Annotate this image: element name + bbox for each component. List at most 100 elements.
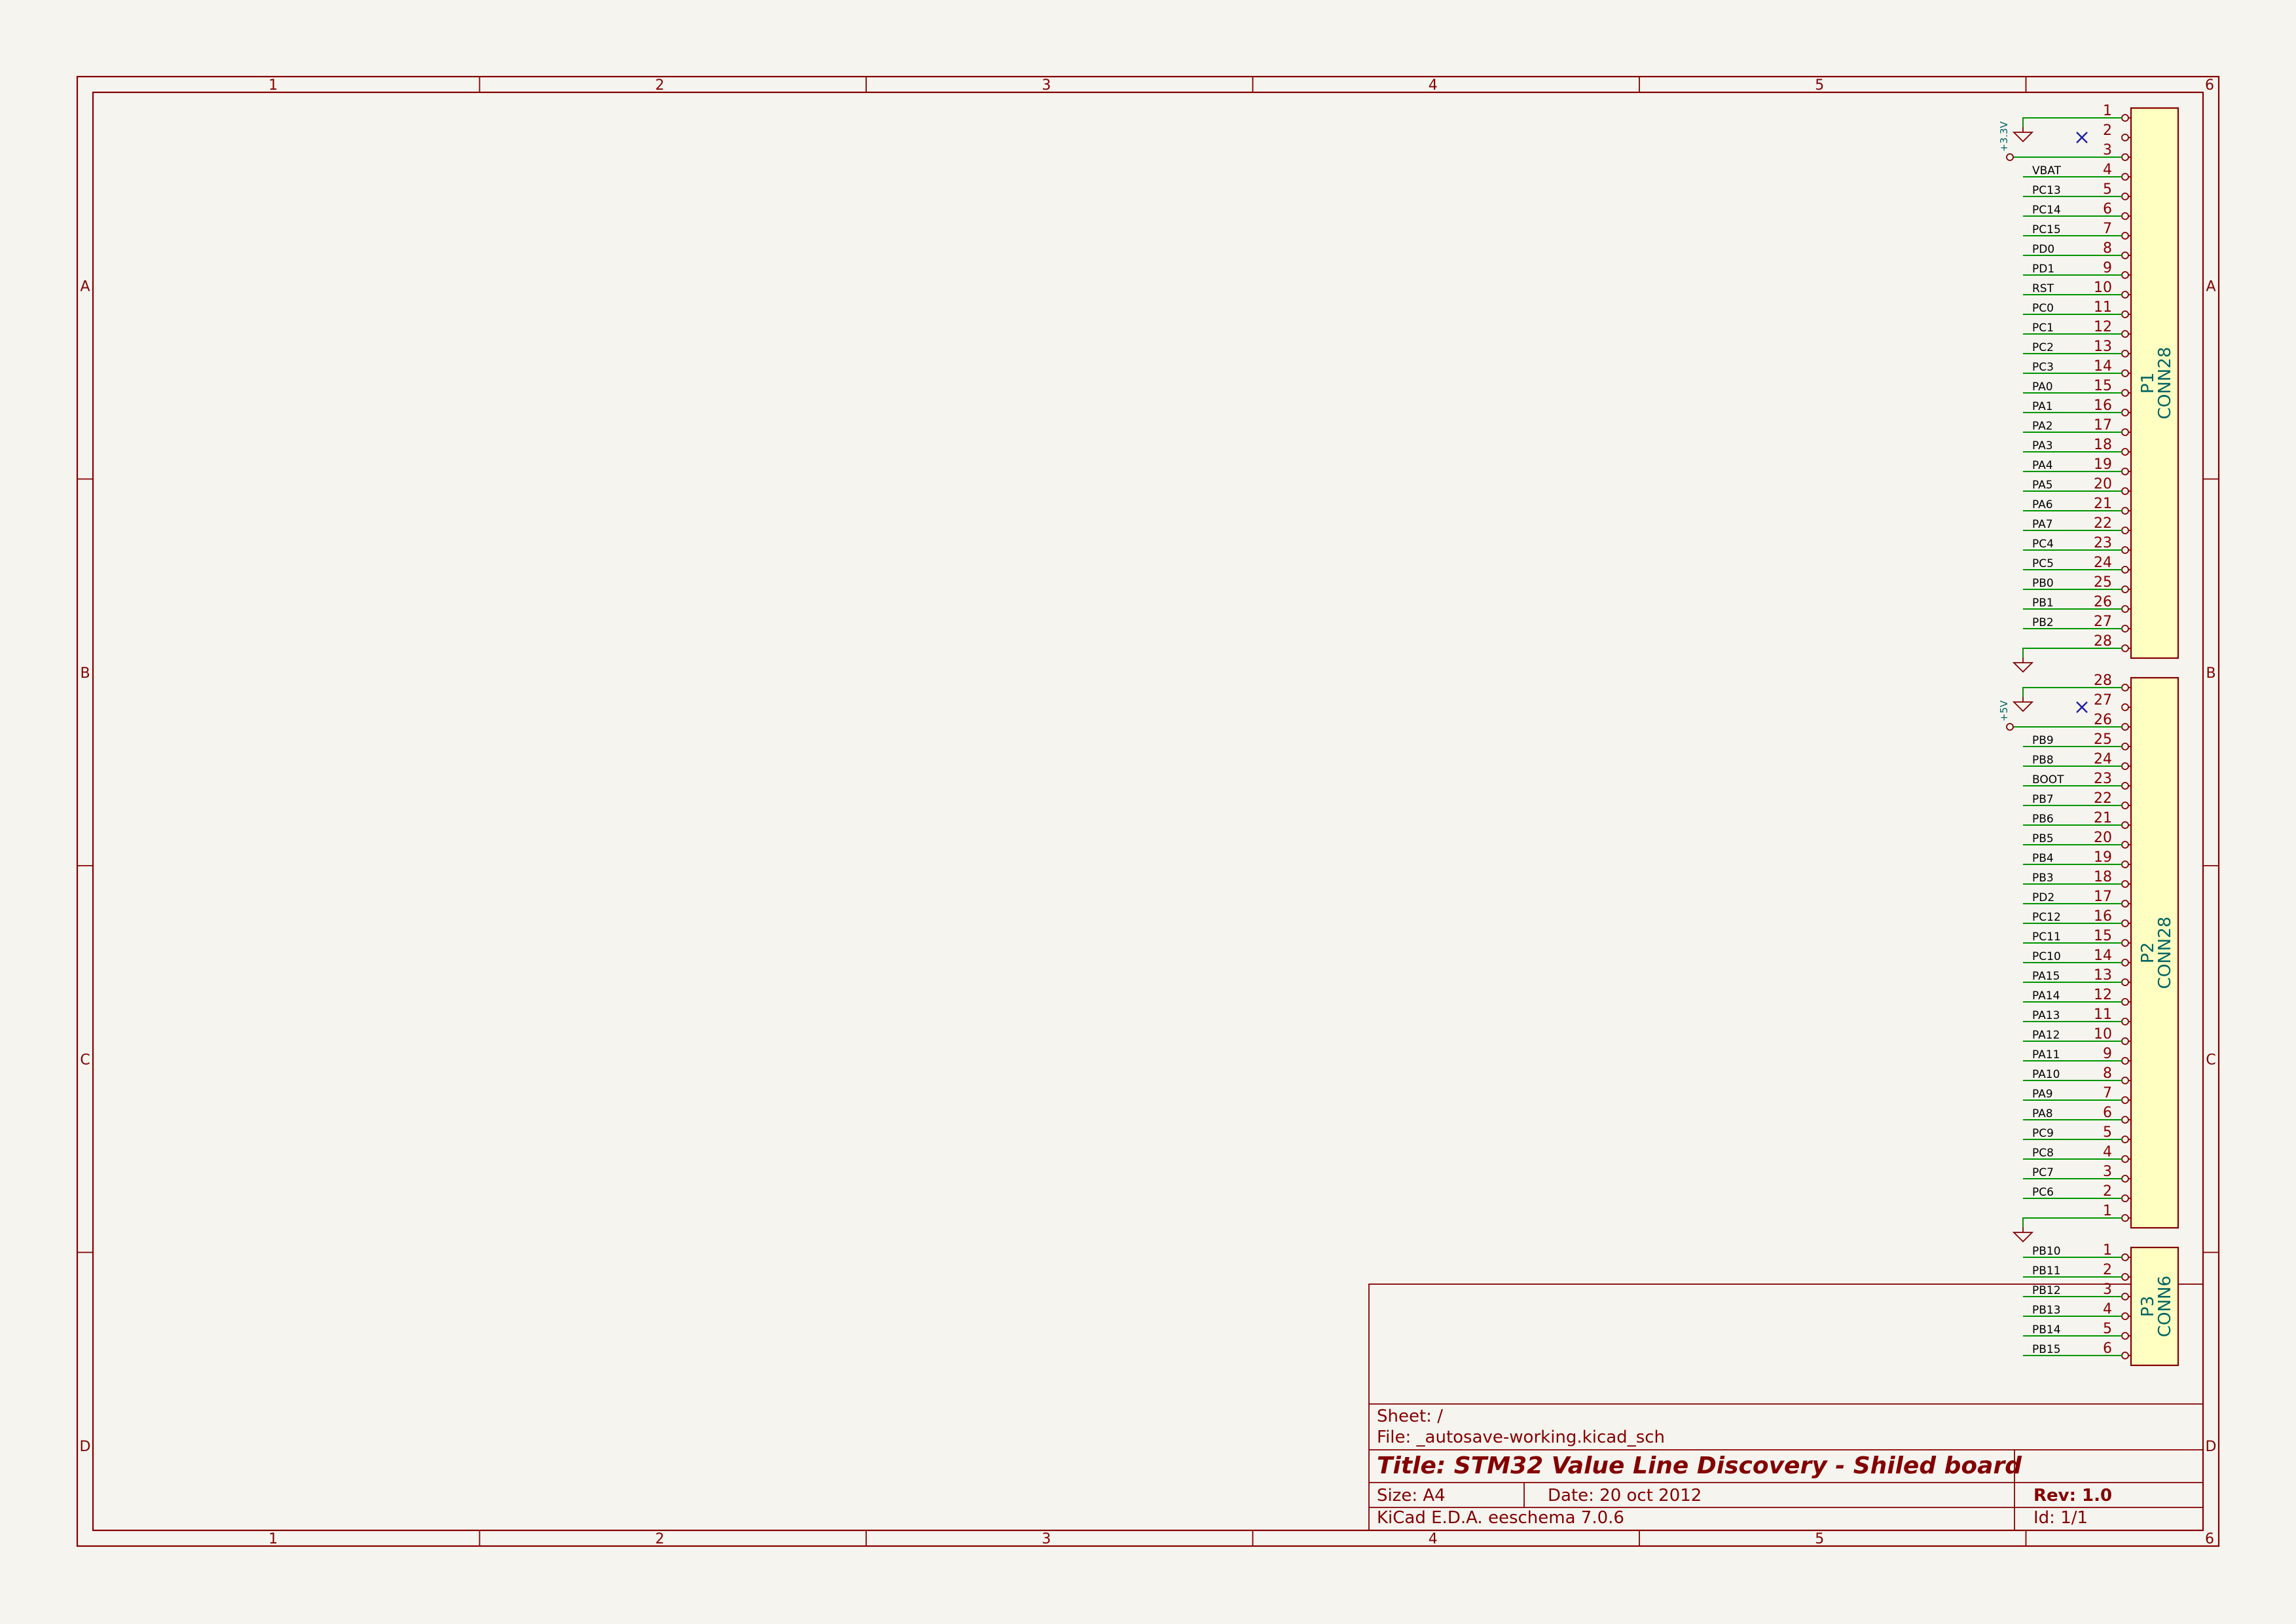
pin-number: 8 — [2103, 1065, 2112, 1082]
pin-terminal[interactable] — [2121, 310, 2129, 318]
pin-terminal[interactable] — [2121, 900, 2129, 908]
pin-terminal[interactable] — [2121, 880, 2129, 888]
pin-terminal[interactable] — [2121, 782, 2129, 790]
pin-terminal[interactable] — [2121, 978, 2129, 986]
pin-number: 4 — [2103, 162, 2112, 178]
pin-terminal[interactable] — [2121, 1096, 2129, 1104]
pin-terminal[interactable] — [2121, 605, 2129, 613]
pin-terminal[interactable] — [2121, 919, 2129, 927]
pin-terminal[interactable] — [2121, 1332, 2129, 1340]
pin-terminal[interactable] — [2121, 1077, 2129, 1084]
pin-terminal[interactable] — [2121, 959, 2129, 967]
pin-terminal[interactable] — [2121, 1352, 2129, 1359]
connector-pin: 17 PA2 — [2023, 417, 2131, 436]
pin-terminal[interactable] — [2121, 1116, 2129, 1124]
pin-terminal[interactable] — [2121, 1312, 2129, 1320]
pin-terminal[interactable] — [2121, 487, 2129, 495]
pin-terminal[interactable] — [2121, 232, 2129, 240]
connector-pin: 6 PA8 — [2023, 1105, 2131, 1124]
connector-pin: 17 PD2 — [2023, 889, 2131, 908]
net-label: PC4 — [2032, 538, 2054, 551]
connector-value: CONN6 — [2155, 1276, 2175, 1337]
ground-symbol — [2012, 657, 2034, 673]
pin-terminal[interactable] — [2121, 1135, 2129, 1143]
pin-terminal[interactable] — [2121, 1273, 2129, 1281]
connector-pin: 4 PB13 — [2023, 1301, 2131, 1320]
pin-terminal[interactable] — [2121, 821, 2129, 829]
pin-terminal[interactable] — [2121, 1037, 2129, 1045]
pin-terminal[interactable] — [2121, 802, 2129, 809]
connector-pin: 22 PA7 — [2023, 515, 2131, 534]
net-label: PA2 — [2032, 420, 2053, 433]
pin-terminal[interactable] — [2121, 546, 2129, 554]
connector-p1[interactable]: P1CONN28123+3.3V4VBAT5PC136PC147PC158PD0… — [1998, 103, 2179, 673]
ground-symbol — [2012, 697, 2034, 712]
pin-terminal[interactable] — [2121, 585, 2129, 593]
pin-terminal[interactable] — [2121, 114, 2129, 122]
pin-terminal[interactable] — [2121, 291, 2129, 299]
pin-terminal[interactable] — [2121, 566, 2129, 574]
pin-terminal[interactable] — [2121, 212, 2129, 220]
ground-symbol — [2012, 1227, 2034, 1243]
pin-terminal[interactable] — [2121, 1175, 2129, 1183]
pin-terminal[interactable] — [2121, 1253, 2129, 1261]
pin-terminal[interactable] — [2121, 684, 2129, 692]
pin-terminal[interactable] — [2121, 1293, 2129, 1301]
connector-value: CONN28 — [2155, 917, 2175, 989]
file-name: File: _autosave-working.kicad_sch — [1377, 1428, 1665, 1447]
connector-pin: 10 PA12 — [2023, 1026, 2131, 1045]
connector-pin: 28 — [2012, 633, 2131, 673]
pin-number: 17 — [2094, 889, 2112, 905]
pin-terminal[interactable] — [2121, 369, 2129, 377]
pin-number: 17 — [2094, 417, 2112, 434]
pin-number: 15 — [2094, 378, 2112, 394]
connector-pin: 14 PC10 — [2023, 948, 2131, 967]
pin-terminal[interactable] — [2121, 939, 2129, 947]
pin-terminal[interactable] — [2121, 1018, 2129, 1025]
zone-column-label-bottom: 4 — [1429, 1531, 1438, 1547]
pin-terminal[interactable] — [2121, 251, 2129, 259]
pin-terminal[interactable] — [2121, 330, 2129, 338]
pin-terminal[interactable] — [2121, 389, 2129, 397]
pin-terminal[interactable] — [2121, 644, 2129, 652]
pin-number: 16 — [2094, 908, 2112, 925]
schematic-content: P1CONN28123+3.3V4VBAT5PC136PC147PC158PD0… — [1998, 103, 2179, 1367]
net-label: PB14 — [2032, 1323, 2061, 1337]
pin-terminal[interactable] — [2121, 625, 2129, 633]
pin-number: 23 — [2094, 535, 2112, 551]
pin-terminal[interactable] — [2121, 428, 2129, 436]
pin-terminal[interactable] — [2121, 762, 2129, 770]
pin-terminal[interactable] — [2121, 271, 2129, 279]
pin-terminal[interactable] — [2121, 1155, 2129, 1163]
connector-p3[interactable]: P3CONN61PB102PB113PB124PB135PB146PB15 — [2023, 1242, 2179, 1367]
pin-terminal[interactable] — [2121, 703, 2129, 711]
pin-terminal[interactable] — [2121, 468, 2129, 475]
inner-border — [92, 91, 2204, 1532]
pin-terminal[interactable] — [2121, 526, 2129, 534]
pin-terminal[interactable] — [2121, 134, 2129, 141]
connector-p2[interactable]: P2CONN28282726+5V25PB924PB823BOOT22PB721… — [1998, 673, 2179, 1243]
pin-terminal[interactable] — [2121, 860, 2129, 868]
zone-labels: 112233445566A AB BC CD D — [80, 77, 2217, 1547]
zone-row-label-right: D — [2206, 1439, 2217, 1455]
pin-terminal[interactable] — [2121, 507, 2129, 515]
pin-terminal[interactable] — [2121, 743, 2129, 750]
pin-terminal[interactable] — [2121, 1194, 2129, 1202]
pin-terminal[interactable] — [2121, 173, 2129, 181]
pin-terminal[interactable] — [2121, 841, 2129, 849]
pin-terminal[interactable] — [2121, 350, 2129, 358]
pin-terminal[interactable] — [2121, 998, 2129, 1006]
net-label: PA3 — [2032, 439, 2053, 452]
pin-terminal[interactable] — [2121, 153, 2129, 161]
connector-pin: 11 PC0 — [2023, 299, 2131, 318]
pin-terminal[interactable] — [2121, 193, 2129, 200]
pin-terminal[interactable] — [2121, 1214, 2129, 1222]
pin-number: 7 — [2103, 1085, 2112, 1101]
net-label: PB5 — [2032, 832, 2054, 845]
pin-terminal[interactable] — [2121, 409, 2129, 416]
connector-pin: 15 PC11 — [2023, 928, 2131, 947]
pin-terminal[interactable] — [2121, 723, 2129, 731]
zone-row-label-left: C — [80, 1052, 90, 1068]
pin-terminal[interactable] — [2121, 1057, 2129, 1065]
pin-terminal[interactable] — [2121, 448, 2129, 456]
